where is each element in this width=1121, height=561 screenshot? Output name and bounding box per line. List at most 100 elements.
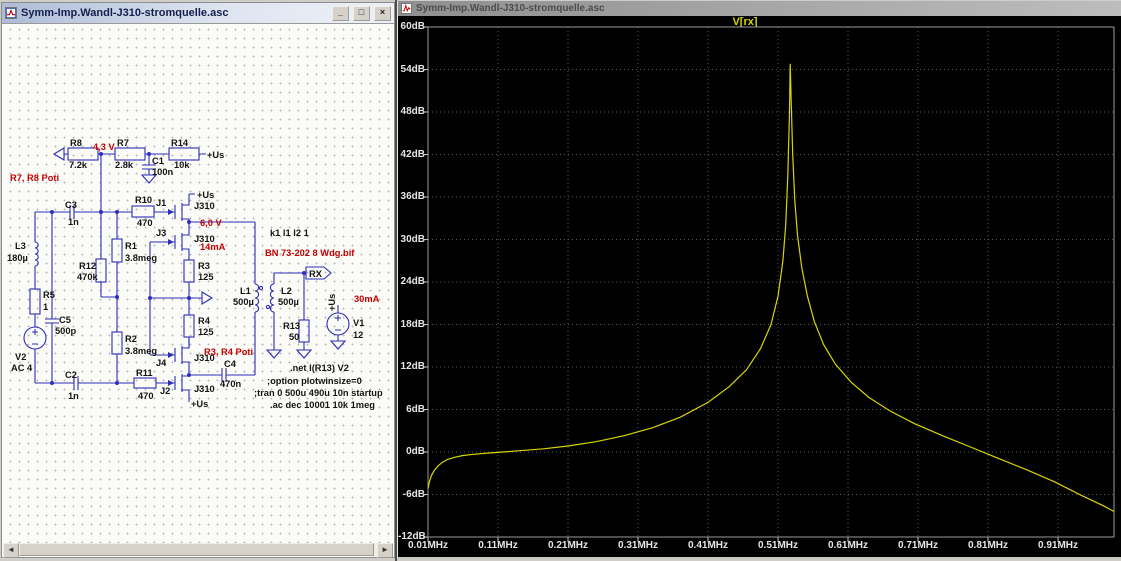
waveform-window: Symm-Imp.Wandl-J310-stromquelle.asc V[rx… xyxy=(397,1,1121,559)
svg-text:J310: J310 xyxy=(194,201,215,211)
ltspice-schematic-icon xyxy=(5,7,17,19)
inductor-L3[interactable] xyxy=(35,242,38,266)
svg-text:L2: L2 xyxy=(281,286,292,296)
svg-text:125: 125 xyxy=(198,327,214,337)
schematic-window: Symm-Imp.Wandl-J310-stromquelle.asc _ □ … xyxy=(1,2,395,558)
source-V2[interactable] xyxy=(24,327,46,349)
ltspice-waveform-icon xyxy=(401,3,412,14)
svg-text:100n: 100n xyxy=(152,167,174,177)
svg-text:50: 50 xyxy=(289,332,299,342)
jfet-J1[interactable] xyxy=(168,194,189,222)
ground-flag-v1[interactable] xyxy=(331,341,345,349)
svg-text:1n: 1n xyxy=(68,217,79,227)
directive-coupling: k1 l1 l2 1 xyxy=(270,228,309,238)
maximize-button[interactable]: □ xyxy=(353,6,370,21)
svg-text:R2: R2 xyxy=(125,334,137,344)
svg-text:R10: R10 xyxy=(135,195,152,205)
annotation-bias-mid: 6,0 V xyxy=(200,218,223,228)
annotation-poti-mid: R3, R4 Poti xyxy=(204,347,253,357)
scrollbar-thumb[interactable] xyxy=(19,543,374,556)
svg-text:C4: C4 xyxy=(224,359,237,369)
svg-text:AC 4: AC 4 xyxy=(11,363,33,373)
directive-option: ;option plotwinsize=0 xyxy=(267,376,362,386)
schematic-canvas[interactable]: RX +Us +Us +Us +Us R8 7.2k R7 2.8k R14 1… xyxy=(3,24,393,543)
directive-tran: ;tran 0 500u 490u 10n startup xyxy=(254,388,383,398)
power-label-us-top: +Us xyxy=(207,150,224,160)
inductor-L1[interactable] xyxy=(255,284,263,312)
svg-text:1: 1 xyxy=(43,302,48,312)
close-button[interactable]: × xyxy=(374,6,391,21)
net-flag-rx[interactable]: RX xyxy=(306,267,331,279)
svg-text:3.8meg: 3.8meg xyxy=(125,253,157,263)
svg-text:J2: J2 xyxy=(160,386,170,396)
annotation-current-right: 30mA xyxy=(354,294,380,304)
waveform-titlebar[interactable]: Symm-Imp.Wandl-J310-stromquelle.asc xyxy=(398,1,1121,17)
annotation-bias-top: 4,3 V xyxy=(93,142,116,152)
scroll-left-button[interactable]: ◄ xyxy=(3,543,19,558)
trace-vrx[interactable] xyxy=(428,64,1114,512)
svg-text:R13: R13 xyxy=(283,321,300,331)
svg-text:R14: R14 xyxy=(171,138,189,148)
svg-text:R5: R5 xyxy=(43,290,55,300)
svg-text:470: 470 xyxy=(137,218,153,228)
minimize-button[interactable]: _ xyxy=(332,6,349,21)
directive-net: .net I(R13) V2 xyxy=(290,363,349,373)
svg-text:R4: R4 xyxy=(198,316,211,326)
svg-text:V2: V2 xyxy=(15,352,26,362)
plot-pane-border xyxy=(428,27,1114,537)
svg-text:470n: 470n xyxy=(220,379,242,389)
svg-text:470: 470 xyxy=(138,391,154,401)
svg-text:R11: R11 xyxy=(136,368,153,378)
plot-region[interactable]: V[rx] 60dB54dB48dB42dB36dB30dB24dB18dB12… xyxy=(398,16,1121,555)
svg-text:V1: V1 xyxy=(353,318,364,328)
svg-text:J3: J3 xyxy=(156,228,166,238)
svg-text:7.2k: 7.2k xyxy=(69,160,88,170)
jfet-J2[interactable] xyxy=(168,374,189,399)
ground-flag-l2[interactable] xyxy=(267,350,281,358)
jfet-J3[interactable] xyxy=(168,222,189,260)
schematic-drawing: RX +Us +Us +Us +Us R8 7.2k R7 2.8k R14 1… xyxy=(3,24,393,543)
svg-text:500µ: 500µ xyxy=(233,297,254,307)
svg-text:2.8k: 2.8k xyxy=(115,160,134,170)
svg-text:J4: J4 xyxy=(156,358,167,368)
plot-svg[interactable] xyxy=(398,16,1121,557)
svg-text:C5: C5 xyxy=(59,315,71,325)
power-label-us-v1: +Us xyxy=(327,294,337,311)
svg-text:12: 12 xyxy=(353,330,363,340)
svg-text:J310: J310 xyxy=(194,384,215,394)
annotation-current-mid: 14mA xyxy=(200,242,226,252)
svg-text:R3: R3 xyxy=(198,261,210,271)
inductor-L2[interactable] xyxy=(266,284,274,312)
plot-gridlines xyxy=(428,27,1114,537)
svg-text:L3: L3 xyxy=(15,241,26,251)
svg-text:C2: C2 xyxy=(65,370,77,380)
svg-text:125: 125 xyxy=(198,272,214,282)
directive-ac: .ac dec 10001 10k 1meg xyxy=(270,400,375,410)
power-label-us-j1: +Us xyxy=(197,190,214,200)
svg-text:500p: 500p xyxy=(55,326,77,336)
ground-flag-r13[interactable] xyxy=(297,350,311,358)
net-flag-label: RX xyxy=(309,269,323,279)
desktop: { "left_window": { "title": "Symm-Imp.Wa… xyxy=(0,0,1121,561)
svg-text:J1: J1 xyxy=(156,198,166,208)
svg-text:3.8meg: 3.8meg xyxy=(125,346,157,356)
ground-flag-right[interactable] xyxy=(202,292,212,304)
source-V1[interactable] xyxy=(327,313,349,335)
svg-text:R7: R7 xyxy=(117,138,129,148)
power-label-us-j2: +Us xyxy=(191,399,208,409)
axis-tick-marks xyxy=(423,27,1058,542)
window-title: Symm-Imp.Wandl-J310-stromquelle.asc xyxy=(416,3,605,14)
schematic-titlebar[interactable]: Symm-Imp.Wandl-J310-stromquelle.asc _ □ … xyxy=(2,3,394,24)
scroll-right-button[interactable]: ► xyxy=(377,543,393,558)
svg-text:10k: 10k xyxy=(174,160,190,170)
svg-text:C3: C3 xyxy=(65,200,77,210)
svg-text:L1: L1 xyxy=(240,286,251,296)
jfet-J4[interactable] xyxy=(168,337,189,375)
horizontal-scrollbar[interactable]: ◄ ► xyxy=(3,543,393,556)
annotation-transformer: BN 73-202 8 Wdg.bif xyxy=(265,248,355,258)
resistor-symbols[interactable] xyxy=(30,148,309,388)
svg-text:R8: R8 xyxy=(70,138,82,148)
window-title: Symm-Imp.Wandl-J310-stromquelle.asc xyxy=(21,7,328,19)
ground-flag-left[interactable] xyxy=(54,148,64,160)
svg-text:R12: R12 xyxy=(79,261,96,271)
